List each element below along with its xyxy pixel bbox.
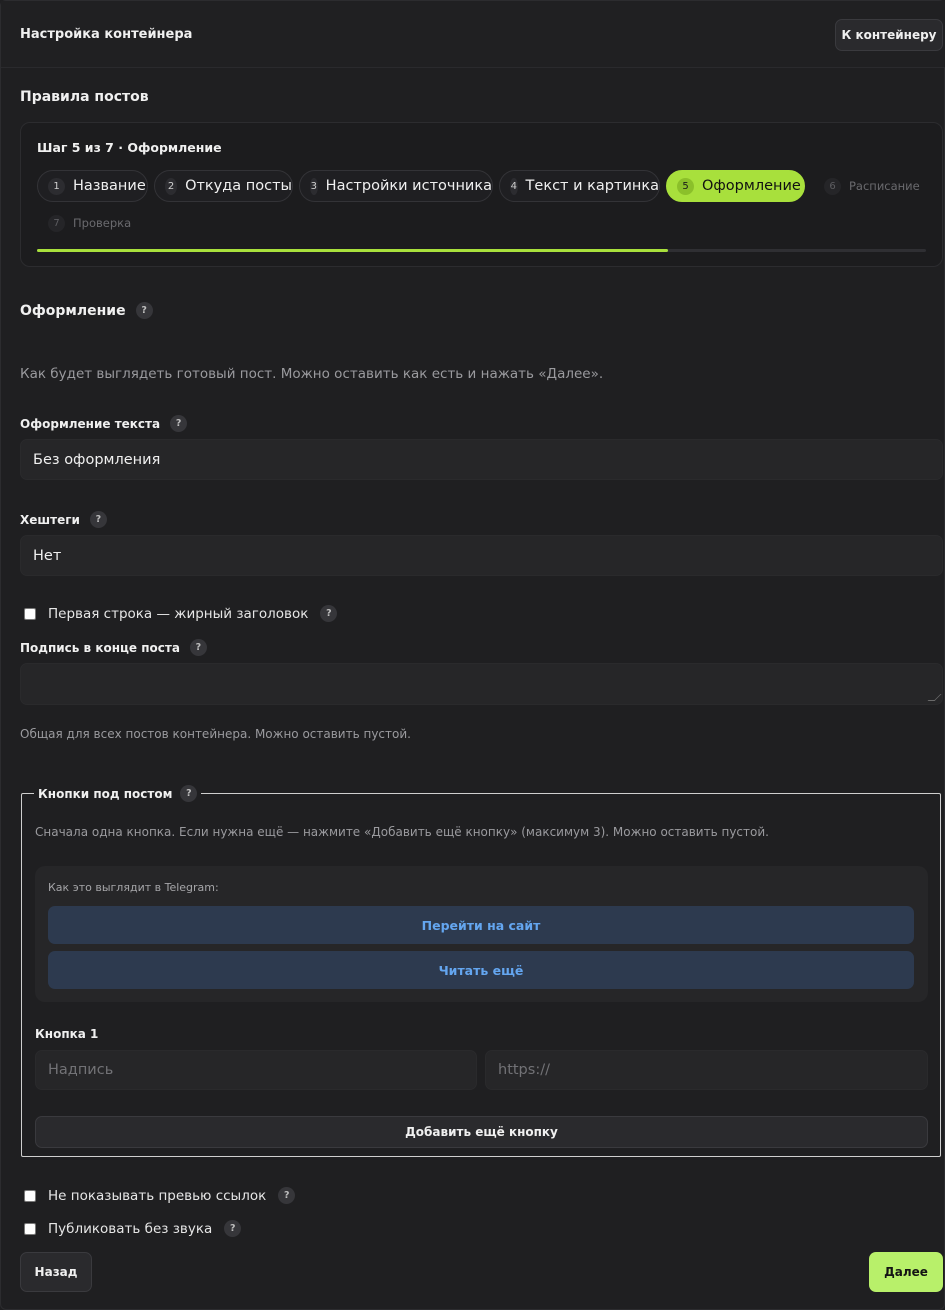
bold-first-line-checkbox[interactable] [24, 608, 36, 620]
stepper: Шаг 5 из 7 · Оформление 1 Название 2 Отк… [20, 122, 943, 267]
step-5-active[interactable]: 5 Оформление [666, 170, 805, 202]
no-link-preview-checkbox[interactable] [24, 1190, 36, 1202]
back-button[interactable]: Назад [20, 1252, 92, 1292]
section-title: Правила постов [20, 89, 149, 105]
back-to-container-button[interactable]: К контейнеру [835, 19, 943, 51]
step-number: 2 [165, 177, 178, 195]
silent-label[interactable]: Публиковать без звука [48, 1221, 212, 1237]
no-link-preview-row: Не показывать превью ссылок ? [48, 1187, 296, 1204]
help-icon[interactable]: ? [320, 605, 338, 622]
bold-first-line-label[interactable]: Первая строка — жирный заголовок [48, 606, 308, 622]
design-title: Оформление [20, 302, 126, 319]
step-7: 7 Проверка [37, 207, 137, 239]
step-4[interactable]: 4 Текст и картинка [499, 170, 660, 202]
button-url-input[interactable]: https:// [485, 1050, 928, 1090]
preview-caption: Как это выглядит в Telegram: [48, 881, 219, 894]
button-text-input[interactable]: Надпись [35, 1050, 477, 1090]
settings-panel: Настройка контейнера К контейнеру Правил… [0, 0, 945, 1310]
post-buttons-fieldset: Кнопки под постом ? Сначала одна кнопка.… [21, 785, 941, 1157]
step-6: 6 Расписание [813, 170, 923, 202]
step-number: 4 [510, 177, 518, 195]
progress-bar [37, 249, 926, 252]
step-label: Оформление [702, 178, 801, 194]
preview-button-site: Перейти на сайт [48, 906, 914, 944]
silent-checkbox[interactable] [24, 1223, 36, 1235]
post-buttons-hint: Сначала одна кнопка. Если нужна ещё — на… [35, 825, 769, 839]
bold-first-line-row: Первая строка — жирный заголовок ? [48, 605, 338, 622]
signature-label-row: Подпись в конце поста ? [20, 639, 207, 656]
signature-hint: Общая для всех постов контейнера. Можно … [20, 727, 411, 741]
hashtags-label: Хештеги [20, 512, 80, 527]
step-number: 5 [677, 177, 694, 195]
resize-handle-icon[interactable] [927, 694, 942, 701]
help-icon[interactable]: ? [189, 639, 207, 656]
step-caption: Шаг 5 из 7 · Оформление [37, 140, 222, 155]
step-label: Проверка [73, 216, 132, 230]
step-number: 3 [310, 177, 318, 195]
step-label: Название [73, 178, 146, 194]
step-1[interactable]: 1 Название [37, 170, 148, 202]
step-label: Откуда посты [185, 178, 292, 194]
step-label: Расписание [849, 179, 920, 193]
signature-textarea[interactable] [20, 663, 943, 705]
next-button[interactable]: Далее [869, 1252, 943, 1292]
no-link-preview-label[interactable]: Не показывать превью ссылок [48, 1188, 266, 1204]
telegram-preview: Как это выглядит в Telegram: Перейти на … [35, 866, 928, 1002]
text-format-label: Оформление текста [20, 416, 161, 431]
step-number: 7 [48, 214, 65, 232]
help-icon[interactable]: ? [170, 415, 188, 432]
step-label: Настройки источника [325, 178, 492, 194]
text-format-select[interactable]: Без оформления [20, 439, 943, 480]
add-button-button[interactable]: Добавить ещё кнопку [35, 1116, 928, 1148]
help-icon[interactable]: ? [180, 785, 198, 802]
text-format-label-row: Оформление текста ? [20, 415, 188, 432]
button-1-title: Кнопка 1 [35, 1027, 99, 1041]
help-icon[interactable]: ? [135, 302, 153, 319]
preview-button-more: Читать ещё [48, 951, 914, 989]
step-2[interactable]: 2 Откуда посты [154, 170, 293, 202]
help-icon[interactable]: ? [89, 511, 107, 528]
signature-label: Подпись в конце поста [20, 640, 180, 655]
hashtags-label-row: Хештеги ? [20, 511, 107, 528]
header: Настройка контейнера К контейнеру [1, 1, 945, 68]
step-label: Текст и картинка [525, 178, 659, 194]
hashtags-select[interactable]: Нет [20, 535, 943, 576]
post-buttons-legend: Кнопки под постом ? [34, 785, 202, 802]
step-number: 1 [48, 177, 65, 195]
help-icon[interactable]: ? [278, 1187, 296, 1204]
design-description: Как будет выглядеть готовый пост. Можно … [20, 366, 604, 382]
post-buttons-title: Кнопки под постом [38, 786, 173, 801]
design-heading: Оформление ? [20, 302, 153, 319]
silent-row: Публиковать без звука ? [48, 1220, 242, 1237]
help-icon[interactable]: ? [224, 1220, 242, 1237]
step-3[interactable]: 3 Настройки источника [299, 170, 493, 202]
step-number: 6 [824, 177, 841, 195]
page-title: Настройка контейнера [20, 27, 193, 42]
progress-fill [37, 249, 669, 252]
